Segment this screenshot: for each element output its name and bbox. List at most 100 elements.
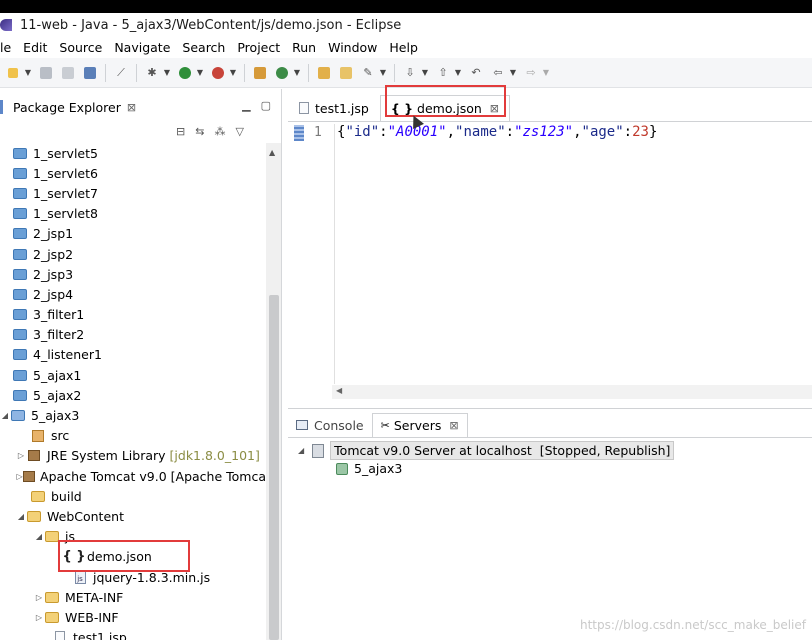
tree-item[interactable]: ◢ WebContent	[0, 506, 266, 526]
package-explorer-tab[interactable]: Package Explorer ⊠	[0, 95, 136, 119]
tree-item[interactable]: 1_servlet8	[0, 204, 266, 224]
minimize-icon[interactable]: ▁	[242, 99, 250, 112]
close-icon[interactable]: ⊠	[127, 101, 136, 114]
close-icon[interactable]: ⊠	[449, 419, 458, 432]
tree-item[interactable]: 3_filter1	[0, 305, 266, 325]
new-dropdown-icon[interactable]: ▼	[24, 65, 32, 81]
focus-icon[interactable]: ⁂	[214, 125, 225, 138]
new-class-dropdown-icon[interactable]: ▼	[293, 65, 301, 81]
back-icon[interactable]: ⇦	[490, 65, 506, 81]
collapsed-arrow-icon[interactable]: ▷	[34, 613, 44, 622]
web-module-icon	[336, 462, 348, 475]
project-folder-icon	[12, 307, 28, 323]
tree-item[interactable]: ▷ Apache Tomcat v9.0 [Apache Tomca	[0, 466, 266, 486]
package-explorer-toolbar: ⊟ ⇆ ⁂ ▽	[176, 125, 244, 138]
menu-navigate[interactable]: Navigate	[108, 40, 176, 55]
tree-item[interactable]: test1.jsp	[0, 628, 266, 640]
tree-item[interactable]: ▷ META-INF	[0, 587, 266, 607]
menu-file[interactable]: le	[0, 40, 17, 55]
code-text[interactable]: {"id":"A0001","name":"zs123","age":23}	[334, 124, 657, 384]
menu-help[interactable]: Help	[383, 40, 424, 55]
link-with-editor-icon[interactable]: ⇆	[195, 125, 204, 138]
tree-item[interactable]: 5_ajax1	[0, 365, 266, 385]
tree-item[interactable]: ◢ 5_ajax3	[0, 405, 266, 425]
collapsed-arrow-icon[interactable]: ▷	[16, 451, 26, 460]
run-dropdown-icon[interactable]: ▼	[196, 65, 204, 81]
next-annotation-icon[interactable]: ⇩	[402, 65, 418, 81]
forward-dropdown-icon[interactable]: ▼	[542, 65, 550, 81]
maximize-icon[interactable]: ▢	[261, 99, 271, 112]
previous-annotation-icon[interactable]: ⇧	[435, 65, 451, 81]
tree-vertical-scrollbar[interactable]: ▲	[266, 143, 281, 640]
external-tools-icon[interactable]	[210, 65, 226, 81]
new-java-package-icon[interactable]	[252, 65, 268, 81]
tree-item[interactable]: 2_jsp2	[0, 244, 266, 264]
forward-icon[interactable]: ⇨	[523, 65, 539, 81]
tab-servers[interactable]: ✂ Servers ⊠	[371, 413, 468, 437]
highlight-box-tab	[385, 85, 506, 117]
tree-item[interactable]: build	[0, 486, 266, 506]
tree-item[interactable]: 1_servlet6	[0, 163, 266, 183]
highlight-box-tree	[58, 540, 190, 572]
menu-window[interactable]: Window	[322, 40, 383, 55]
collapse-all-icon[interactable]: ⊟	[176, 125, 185, 138]
menu-project[interactable]: Project	[231, 40, 286, 55]
save-icon[interactable]	[38, 65, 54, 81]
scroll-left-icon[interactable]: ◀	[336, 386, 342, 395]
jsp-file-icon	[299, 102, 309, 114]
project-folder-icon	[12, 286, 28, 302]
tab-test1-jsp[interactable]: test1.jsp	[288, 95, 380, 121]
expanded-arrow-icon[interactable]: ◢	[34, 532, 44, 541]
tree-item[interactable]: ▷ WEB-INF	[0, 607, 266, 627]
library-icon	[26, 448, 42, 464]
run-icon[interactable]	[177, 65, 193, 81]
tree-item[interactable]: 3_filter2	[0, 325, 266, 345]
new-icon[interactable]	[5, 65, 21, 81]
expanded-arrow-icon[interactable]: ◢	[298, 446, 304, 455]
tree-item[interactable]: 1_servlet5	[0, 143, 266, 163]
scroll-up-icon[interactable]: ▲	[269, 148, 275, 157]
search-icon[interactable]: ✎	[360, 65, 376, 81]
servers-tab-border	[288, 437, 812, 438]
expanded-arrow-icon[interactable]: ◢	[0, 411, 10, 420]
external-tools-dropdown-icon[interactable]: ▼	[229, 65, 237, 81]
next-annotation-dropdown-icon[interactable]: ▼	[421, 65, 429, 81]
tree-item[interactable]: 2_jsp1	[0, 224, 266, 244]
toolbar-separator	[136, 63, 137, 82]
folder-icon	[26, 508, 42, 524]
package-explorer-icon	[0, 100, 3, 114]
server-row[interactable]: ◢ Tomcat v9.0 Server at localhost [Stopp…	[298, 441, 675, 460]
eclipse-app-icon	[0, 19, 12, 31]
debug-dropdown-icon[interactable]: ▼	[163, 65, 171, 81]
new-class-icon[interactable]	[274, 65, 290, 81]
open-task-icon[interactable]	[338, 65, 354, 81]
tree-item[interactable]: 4_listener1	[0, 345, 266, 365]
last-edit-location-icon[interactable]: ↶	[468, 65, 484, 81]
previous-annotation-dropdown-icon[interactable]: ▼	[454, 65, 462, 81]
tree-item[interactable]: src	[0, 426, 266, 446]
tab-console[interactable]: Console	[288, 413, 372, 437]
tree-item[interactable]: 1_servlet7	[0, 183, 266, 203]
collapsed-arrow-icon[interactable]: ▷	[34, 593, 44, 602]
menu-source[interactable]: Source	[53, 40, 108, 55]
tree-item[interactable]: 2_jsp4	[0, 284, 266, 304]
save-all-icon[interactable]	[60, 65, 76, 81]
debug-icon[interactable]: ✱	[144, 65, 160, 81]
menu-run[interactable]: Run	[286, 40, 322, 55]
collapsed-arrow-icon[interactable]: ▷	[16, 472, 23, 481]
menu-search[interactable]: Search	[176, 40, 231, 55]
tree-item[interactable]: 2_jsp3	[0, 264, 266, 284]
module-row[interactable]: 5_ajax3	[336, 461, 402, 476]
expanded-arrow-icon[interactable]: ◢	[16, 512, 26, 521]
view-menu-icon[interactable]: ▽	[235, 125, 243, 138]
editor-horizontal-scrollbar[interactable]: ◀	[332, 385, 812, 399]
tree-item[interactable]: ▷ JRE System Library [jdk1.8.0_101]	[0, 446, 266, 466]
skip-breakpoints-icon[interactable]: ⟋	[113, 65, 129, 81]
back-dropdown-icon[interactable]: ▼	[509, 65, 517, 81]
menu-edit[interactable]: Edit	[17, 40, 53, 55]
open-type-icon[interactable]	[316, 65, 332, 81]
print-icon[interactable]	[82, 65, 98, 81]
scrollbar-thumb[interactable]	[269, 295, 279, 640]
search-dropdown-icon[interactable]: ▼	[379, 65, 387, 81]
tree-item[interactable]: 5_ajax2	[0, 385, 266, 405]
